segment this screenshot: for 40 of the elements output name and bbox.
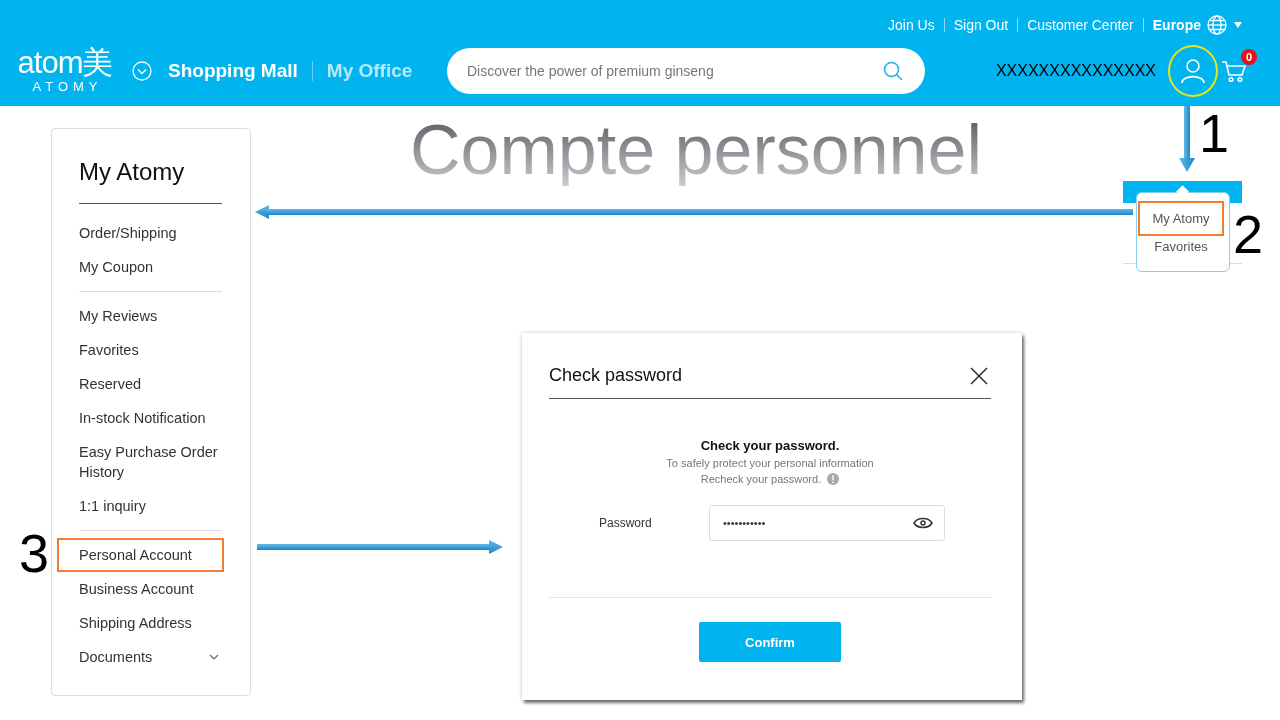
password-field[interactable]: ••••••••••• [709, 505, 945, 541]
chevron-circle-icon[interactable] [132, 61, 152, 81]
dialog-title: Check password [549, 365, 683, 386]
chevron-down-icon [209, 654, 219, 660]
step-number: 1 [1199, 106, 1230, 160]
sidebar-item[interactable]: Reserved [57, 367, 224, 401]
sidebar-item[interactable]: Personal Account [57, 538, 224, 572]
username: XXXXXXXXXXXXXXX [995, 62, 1156, 80]
caret-icon [1234, 22, 1242, 28]
search-field[interactable]: Discover the power of premium ginseng [447, 48, 925, 94]
user-icon [1179, 57, 1207, 85]
sidebar-item[interactable]: My Reviews [57, 299, 224, 333]
dialog-heading: Check your password. [700, 437, 840, 455]
logo-tagline: ATOMY [31, 80, 103, 94]
sidebar-item[interactable]: Favorites [57, 333, 224, 367]
sidebar-item[interactable]: Easy Purchase Order History [57, 435, 224, 489]
cart-icon[interactable] [1221, 59, 1247, 83]
step-number: 2 [1233, 207, 1264, 261]
account-button[interactable] [1168, 45, 1218, 97]
menu-item[interactable]: My Atomy [1138, 201, 1224, 236]
step-number: 3 [19, 526, 50, 580]
sidebar-item[interactable]: Documents [57, 640, 224, 674]
search-icon[interactable] [883, 61, 903, 81]
sidebar-item[interactable]: Order/Shipping [57, 216, 224, 250]
sidebar-item[interactable]: My Coupon [57, 250, 224, 284]
eye-icon[interactable] [913, 515, 933, 531]
close-icon[interactable] [970, 366, 988, 385]
dialog-text: To safely protect your personal information [666, 456, 874, 471]
field-label: Password [599, 516, 653, 530]
cart-count-badge: 0 [1241, 49, 1257, 65]
sidebar-title: My Atomy [79, 157, 186, 187]
dialog-text: Recheck your password. [700, 472, 822, 487]
info-icon[interactable] [827, 473, 840, 485]
sidebar-item[interactable]: 1:1 inquiry [57, 489, 224, 523]
annotation-arrow [1179, 106, 1195, 172]
menu-item[interactable]: Favorites [1138, 236, 1224, 258]
globe-icon [1207, 15, 1227, 35]
sidebar-item[interactable]: In-stock Notification [57, 401, 224, 435]
sidebar-item[interactable]: Shipping Address [57, 606, 224, 640]
sidebar-item[interactable]: Business Account [57, 572, 224, 606]
